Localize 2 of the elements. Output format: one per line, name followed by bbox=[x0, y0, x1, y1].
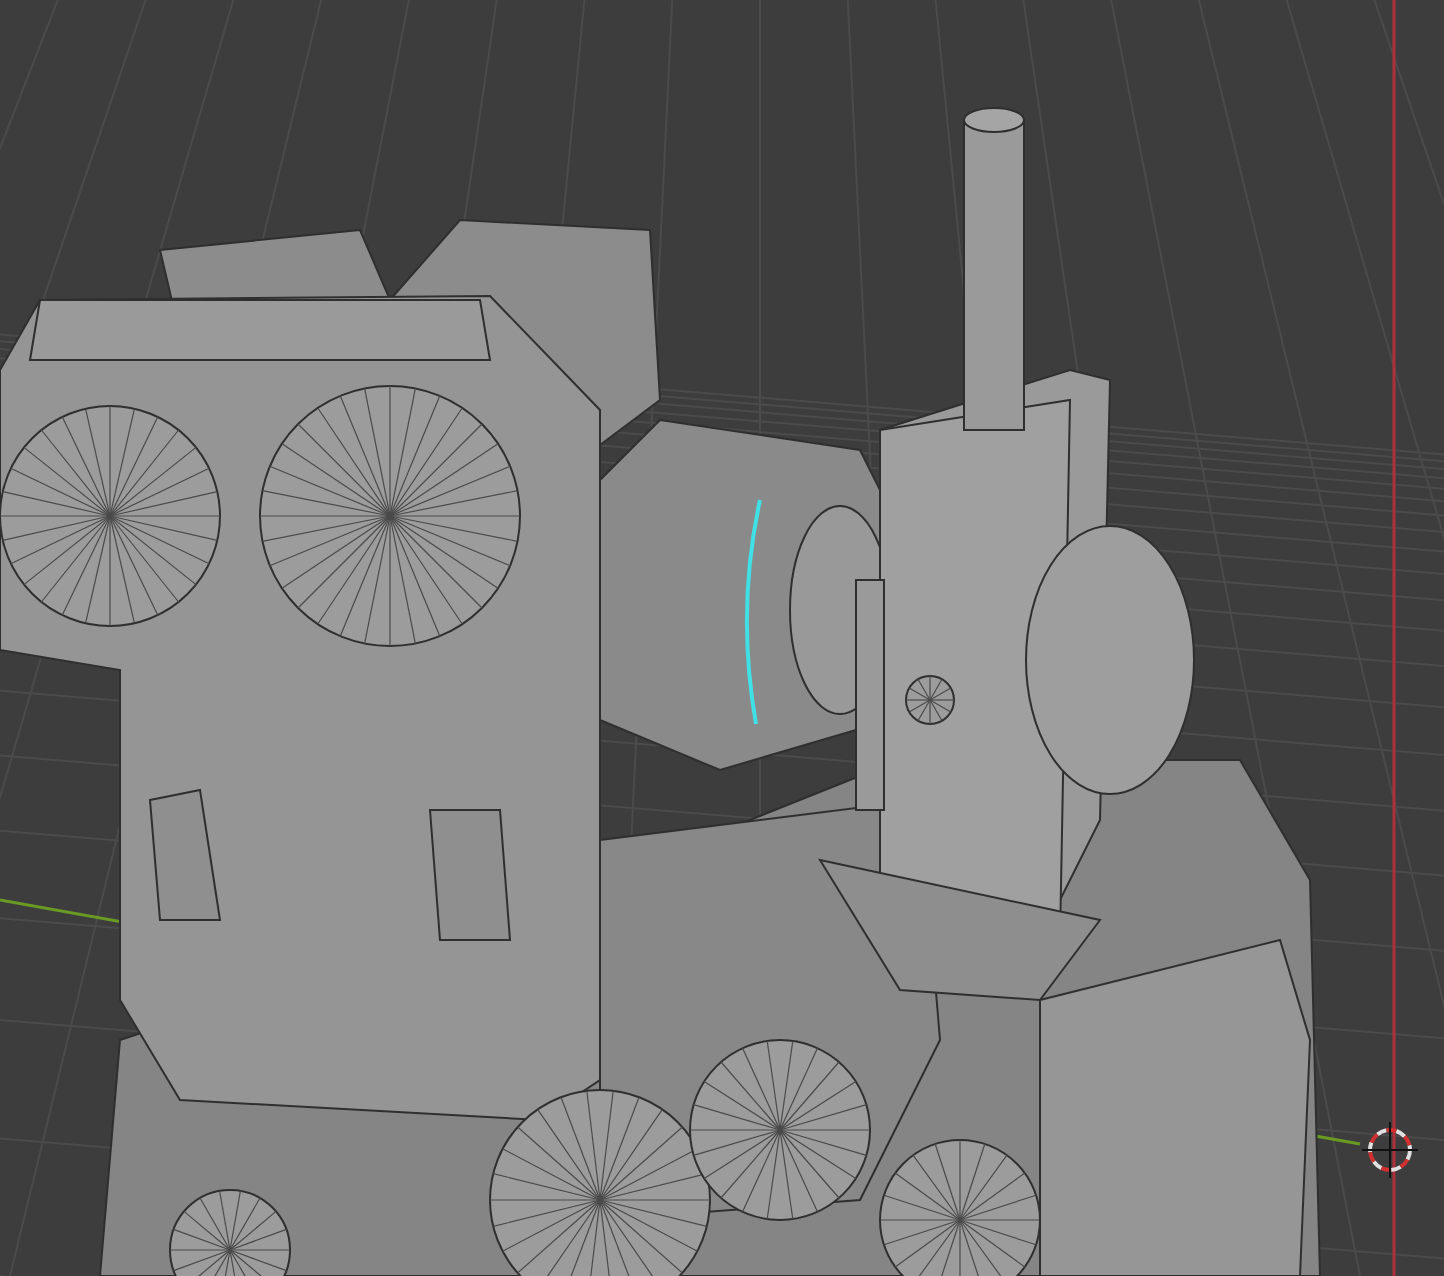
3d-cursor-icon[interactable] bbox=[1361, 1121, 1419, 1179]
viewport-3d[interactable] bbox=[0, 0, 1444, 1276]
